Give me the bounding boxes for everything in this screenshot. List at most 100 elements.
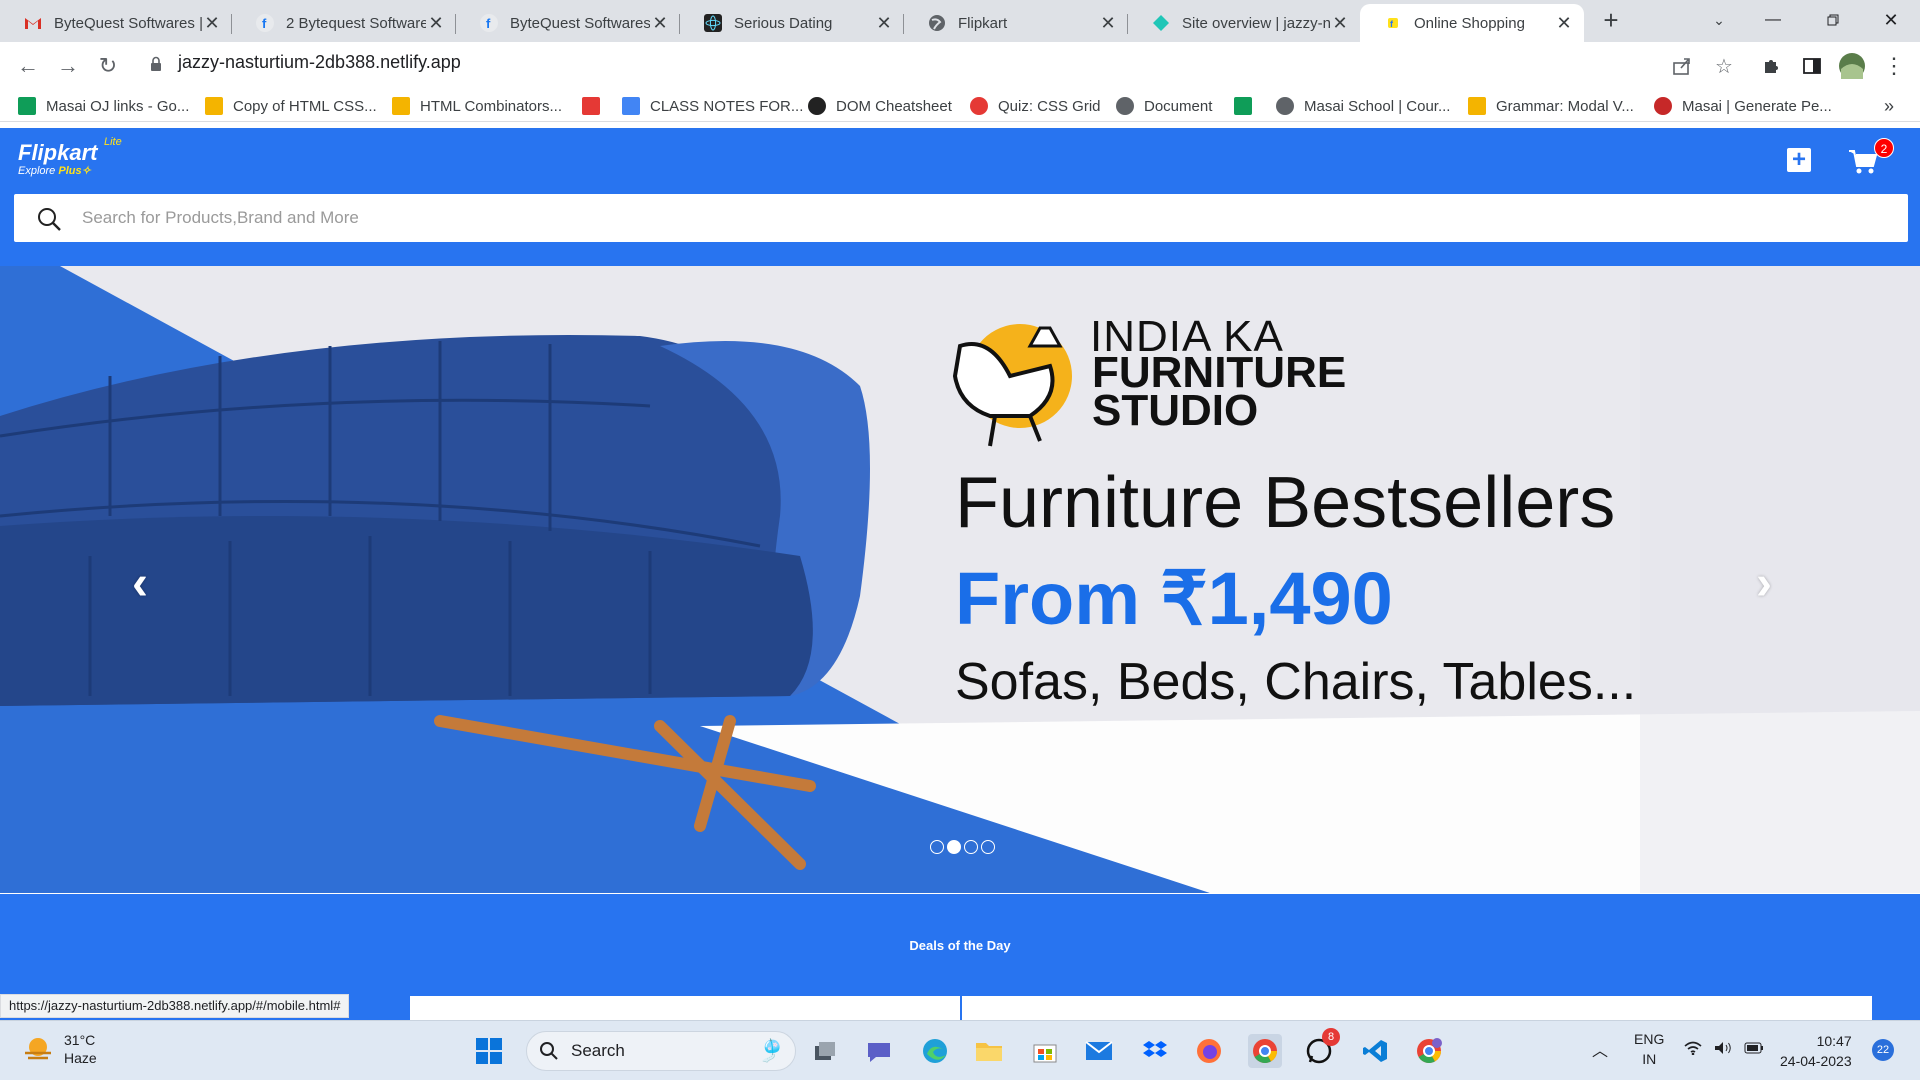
- teams-chat-icon[interactable]: [862, 1034, 896, 1068]
- carousel-next-chevron-icon[interactable]: ›: [1756, 556, 1772, 611]
- tab-bytequest-facebook-1[interactable]: f 2 Bytequest Softwares ✕: [232, 4, 456, 42]
- bookmark-copy-of-html-css[interactable]: Copy of HTML CSS...: [205, 94, 377, 118]
- battery-icon[interactable]: [1744, 1041, 1764, 1057]
- tab-bytequest-gmail[interactable]: ByteQuest Softwares | ✕: [0, 4, 232, 42]
- haze-sun-icon: [25, 1038, 51, 1060]
- close-icon[interactable]: ✕: [1330, 13, 1350, 34]
- tab-title: Serious Dating: [734, 14, 833, 32]
- carousel-dot[interactable]: [981, 840, 995, 854]
- flipkart-logo[interactable]: Flipkart Lite Explore Plus✧: [18, 136, 122, 177]
- banner-subtitle: Sofas, Beds, Chairs, Tables...: [955, 653, 1637, 711]
- file-explorer-icon[interactable]: [972, 1034, 1006, 1068]
- search-input[interactable]: [82, 194, 1882, 242]
- show-hidden-icons-chevron-icon[interactable]: ︿: [1592, 1037, 1608, 1061]
- google-sheets-icon: [1234, 97, 1252, 115]
- product-search-box: [14, 194, 1908, 242]
- close-icon[interactable]: ✕: [1554, 13, 1574, 34]
- language-indicator[interactable]: ENG IN: [1634, 1029, 1664, 1069]
- tab-flipkart[interactable]: Flipkart ✕: [904, 4, 1128, 42]
- bookmark-masai-oj-links[interactable]: Masai OJ links - Go...: [18, 94, 189, 118]
- vscode-icon[interactable]: [1358, 1034, 1392, 1068]
- bookmark-document[interactable]: Document: [1116, 94, 1212, 118]
- close-icon[interactable]: ✕: [426, 13, 446, 34]
- carousel-dot[interactable]: [947, 840, 961, 854]
- bookmark-html-combinators[interactable]: HTML Combinators...: [392, 94, 562, 118]
- bookmark-dom-cheatsheet[interactable]: DOM Cheatsheet: [808, 94, 952, 118]
- reload-button[interactable]: ↻: [94, 52, 122, 80]
- carousel-indicators: [930, 840, 995, 854]
- back-button[interactable]: ←: [14, 52, 42, 80]
- banner-headline: Furniture Bestsellers: [955, 463, 1616, 543]
- add-icon[interactable]: +: [1787, 148, 1811, 172]
- close-window-button[interactable]: ✕: [1868, 0, 1914, 40]
- tab-title: Site overview | jazzy-n: [1182, 14, 1330, 32]
- tab-site-overview[interactable]: Site overview | jazzy-n ✕: [1128, 4, 1360, 42]
- google-docs-icon: [622, 97, 640, 115]
- profile-avatar[interactable]: [1838, 52, 1866, 80]
- chrome-icon[interactable]: [1248, 1034, 1282, 1068]
- extensions-puzzle-icon[interactable]: [1758, 52, 1786, 80]
- hero-banner-carousel: ‹ › INDIA KA FURNITURE STUDIO Furniture B…: [0, 266, 1920, 893]
- quiz-icon: [970, 97, 988, 115]
- tab-title: ByteQuest Softwares |: [54, 14, 202, 32]
- carousel-dot[interactable]: [964, 840, 978, 854]
- cart-icon[interactable]: [1848, 148, 1878, 176]
- firefox-icon[interactable]: [1192, 1034, 1226, 1068]
- browser-tab-strip: ByteQuest Softwares | ✕ f 2 Bytequest So…: [0, 0, 1920, 42]
- tab-bytequest-facebook-2[interactable]: f ByteQuest Softwares | ✕: [456, 4, 680, 42]
- carousel-prev-chevron-icon[interactable]: ‹: [132, 556, 148, 611]
- microsoft-store-icon[interactable]: [1028, 1034, 1062, 1068]
- search-icon: [38, 208, 61, 231]
- close-icon[interactable]: ✕: [202, 13, 222, 34]
- tab-search-chevron-icon[interactable]: ⌄: [1696, 0, 1742, 40]
- edge-icon[interactable]: [918, 1034, 952, 1068]
- tab-serious-dating[interactable]: Serious Dating ✕: [680, 4, 904, 42]
- forward-button[interactable]: →: [54, 52, 82, 80]
- bookmark-class-notes[interactable]: CLASS NOTES FOR...: [622, 94, 803, 118]
- bomb-icon: [808, 97, 826, 115]
- bookmark-sheets[interactable]: [1234, 94, 1262, 118]
- chrome-profile-icon[interactable]: [1412, 1034, 1446, 1068]
- volume-icon[interactable]: [1714, 1041, 1732, 1058]
- address-bar-url[interactable]: jazzy-nasturtium-2db388.netlify.app: [178, 52, 461, 73]
- close-icon[interactable]: ✕: [1098, 13, 1118, 34]
- furniture-studio-logo: [952, 324, 1072, 447]
- bookmark-red-app[interactable]: [582, 94, 610, 118]
- minimize-button[interactable]: —: [1750, 0, 1796, 40]
- windows-start-icon[interactable]: [472, 1034, 506, 1068]
- bookmark-masai-generate[interactable]: Masai | Generate Pe...: [1654, 94, 1832, 118]
- browser-menu-icon[interactable]: ⋮: [1880, 52, 1908, 80]
- bookmark-masai-school[interactable]: Masai School | Cour...: [1276, 94, 1450, 118]
- google-slides-icon: [205, 97, 223, 115]
- notification-count-badge[interactable]: 22: [1872, 1039, 1894, 1061]
- whatsapp-icon[interactable]: 8: [1302, 1028, 1340, 1068]
- bookmark-star-icon[interactable]: ☆: [1710, 52, 1738, 80]
- red-app-icon: [582, 97, 600, 115]
- carousel-dot[interactable]: [930, 840, 944, 854]
- react-icon: [704, 14, 722, 32]
- bookmark-quiz-css-grid[interactable]: Quiz: CSS Grid: [970, 94, 1101, 118]
- cart-count-badge: 2: [1874, 138, 1894, 158]
- system-clock[interactable]: 10:47 24-04-2023: [1780, 1031, 1852, 1071]
- mail-icon[interactable]: [1082, 1034, 1116, 1068]
- bookmark-grammar-modal[interactable]: Grammar: Modal V...: [1468, 94, 1634, 118]
- close-icon[interactable]: ✕: [650, 13, 670, 34]
- svg-text:f: f: [486, 16, 491, 31]
- task-view-icon[interactable]: [808, 1034, 842, 1068]
- weather-widget[interactable]: 31°C Haze: [22, 1031, 97, 1067]
- tab-online-shopping[interactable]: f Online Shopping ✕: [1360, 4, 1584, 42]
- search-icon: [540, 1042, 558, 1060]
- globe-icon: [1276, 97, 1294, 115]
- taskbar-search[interactable]: Search 🎐: [526, 1031, 796, 1071]
- close-icon[interactable]: ✕: [874, 13, 894, 34]
- new-tab-button[interactable]: +: [1588, 0, 1634, 40]
- share-icon[interactable]: [1668, 52, 1696, 80]
- side-panel-icon[interactable]: [1798, 52, 1826, 80]
- wifi-icon[interactable]: [1684, 1041, 1702, 1058]
- more-bookmarks-chevron-icon[interactable]: »: [1884, 94, 1894, 118]
- dropbox-icon[interactable]: [1138, 1034, 1172, 1068]
- google-sheets-icon: [18, 97, 36, 115]
- globe-icon: [1116, 97, 1134, 115]
- masai-icon: [1654, 97, 1672, 115]
- restore-button[interactable]: [1810, 0, 1856, 40]
